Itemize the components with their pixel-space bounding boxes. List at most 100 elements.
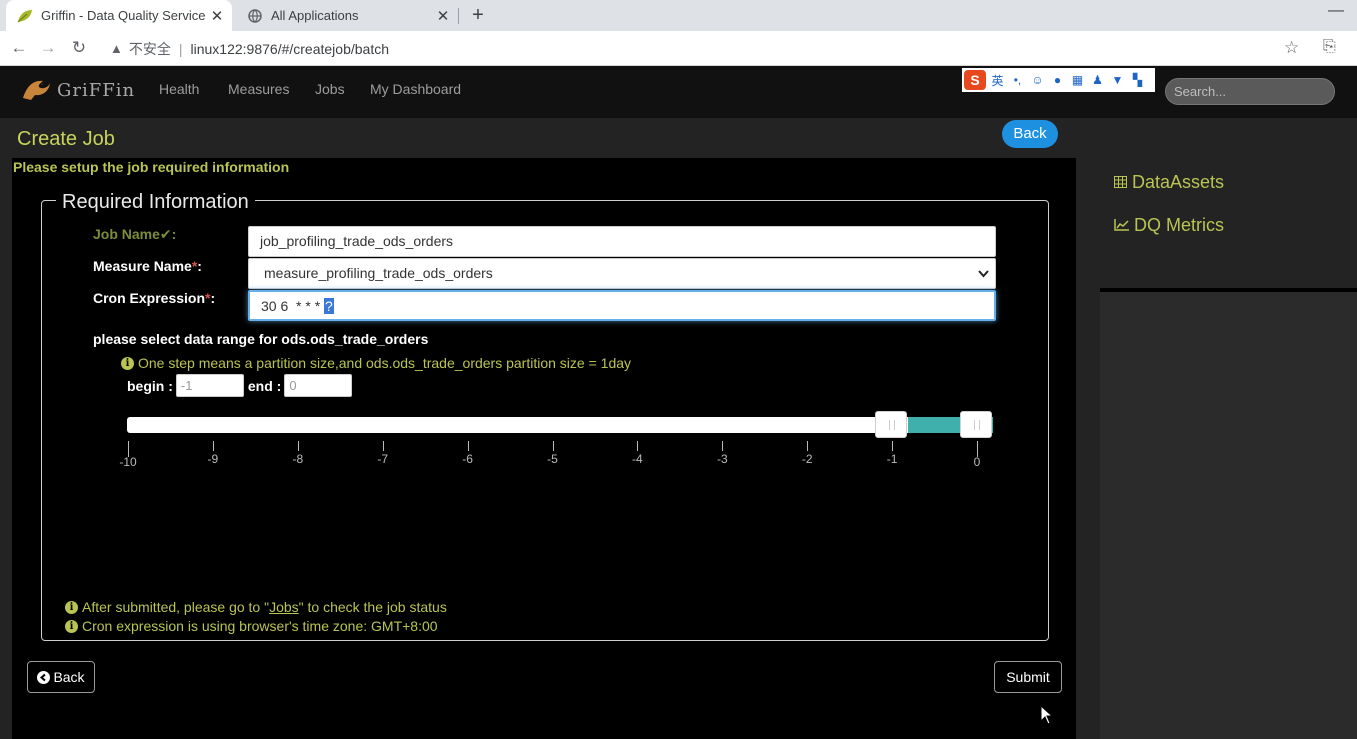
nav-jobs[interactable]: Jobs — [315, 81, 345, 97]
extension-icon[interactable]: ⎘ — [1323, 38, 1336, 56]
nav-health[interactable]: Health — [159, 81, 199, 97]
forward-arrow-icon[interactable]: → — [37, 37, 59, 59]
minimize-icon[interactable]: — — [1326, 2, 1346, 20]
info-icon: i — [65, 619, 78, 633]
globe-icon — [247, 8, 263, 24]
measure-name-label-text: Measure Name — [93, 258, 192, 274]
range-info-text: One step means a partition size,and ods.… — [138, 355, 632, 371]
user-icon[interactable]: ♟ — [1089, 73, 1106, 87]
scale-tick — [637, 441, 639, 451]
cron-selection: ? — [324, 298, 334, 314]
new-tab-icon[interactable]: + — [467, 3, 489, 27]
scale-tick — [807, 441, 809, 451]
submit-info: i After submitted, please go to " Jobs " t… — [65, 599, 447, 615]
check-icon: ✔ — [159, 226, 172, 242]
scale-tick-label: -2 — [801, 452, 813, 466]
shirt-icon[interactable]: ▼ — [1109, 73, 1126, 87]
end-input[interactable]: 0 — [284, 374, 353, 397]
cron-expression-label: Cron Expression*: — [93, 290, 215, 306]
slider-begin-handle[interactable] — [875, 411, 907, 438]
submit-button[interactable]: Submit — [994, 661, 1062, 693]
scale-tick — [552, 441, 554, 451]
scale-tick-label: -6 — [462, 452, 473, 466]
scale-tick-label: -9 — [207, 452, 219, 466]
address-divider: | — [178, 40, 183, 57]
back-button-label: Back — [53, 669, 85, 685]
submit-button-label: Submit — [1006, 669, 1050, 685]
emoji-icon[interactable]: ☺ — [1029, 73, 1046, 87]
end-label: end : — [247, 377, 282, 394]
back-button[interactable]: Back — [27, 661, 95, 693]
submit-info-suffix: " to check the job status — [298, 599, 447, 615]
submit-info-prefix: After submitted, please go to " — [82, 599, 270, 615]
nav-my-dashboard[interactable]: My Dashboard — [370, 81, 461, 97]
keyboard-icon[interactable]: ▦ — [1069, 73, 1086, 87]
scale-tick-label: 0 — [973, 455, 981, 469]
page-title: Create Job — [17, 128, 115, 150]
scale-tick-label: -8 — [292, 452, 304, 466]
job-name-label-text: Job Name — [93, 226, 160, 242]
search-input[interactable]: Search... — [1165, 78, 1335, 105]
cron-expression-input[interactable]: 30 6 * * * ? — [248, 290, 996, 321]
sidebar-item-label: DQ Metrics — [1134, 215, 1224, 235]
tab-all-applications[interactable]: All Applications ✕ — [236, 0, 458, 31]
begin-input[interactable]: -1 — [175, 374, 244, 397]
sidebar-item-dataassets[interactable]: DataAssets — [1114, 172, 1224, 193]
punctuation-icon[interactable]: •, — [1009, 73, 1026, 87]
scale-tick-label: -4 — [632, 452, 643, 466]
range-info: i One step means a partition size,and od… — [121, 355, 631, 371]
page-subtitle: Please setup the job required informatio… — [13, 159, 290, 175]
ime-lang[interactable]: 英 — [989, 72, 1006, 89]
url-text: linux122:9876/#/createjob/batch — [190, 40, 389, 57]
right-sidebar: DataAssets DQ Metrics — [1100, 118, 1357, 739]
sogou-icon[interactable]: S — [964, 70, 986, 90]
scale-tick-label: -1 — [886, 452, 898, 466]
sidebar-item-label: DataAssets — [1132, 172, 1225, 192]
measure-name-select[interactable]: measure_profiling_trade_ods_orders — [248, 258, 996, 289]
cron-value: 30 6 * * * — [261, 298, 325, 314]
required-information-section: Required Information Job Name✔: job_prof… — [41, 191, 1049, 641]
scale-tick-label: -10 — [119, 455, 137, 469]
back-arrow-icon[interactable]: ← — [8, 37, 30, 59]
content-area: Please setup the job required informatio… — [12, 158, 1076, 739]
job-name-label: Job Name✔: — [93, 226, 176, 243]
ime-toolbar: S 英 •, ☺ ● ▦ ♟ ▼ ▚ — [962, 68, 1155, 92]
label-colon: : — [210, 290, 216, 306]
jobs-link[interactable]: Jobs — [269, 599, 299, 615]
griffin-logo-icon — [23, 80, 50, 100]
sidebar-divider — [1100, 288, 1357, 292]
bookmark-star-icon[interactable]: ☆ — [1284, 38, 1299, 58]
reload-icon[interactable]: ↻ — [68, 37, 90, 59]
range-title: please select data range for ods.ods_tra… — [93, 331, 429, 347]
browser-toolbar: ← → ↻ ▲ 不安全 | linux122:9876/#/createjob/… — [0, 31, 1357, 66]
app-navbar: GriFFin Health Measures Jobs My Dashboar… — [0, 66, 1357, 118]
section-title: Required Information — [56, 191, 255, 214]
measure-name-value: measure_profiling_trade_ods_orders — [264, 265, 493, 281]
insecure-label: 不安全 — [128, 40, 171, 57]
scale-tick-label: -7 — [377, 452, 389, 466]
back-top-button[interactable]: Back — [1002, 120, 1058, 148]
tab-separator — [458, 8, 459, 24]
nav-measures[interactable]: Measures — [228, 81, 289, 97]
grid-icon[interactable]: ▚ — [1129, 73, 1146, 87]
address-bar[interactable]: ▲ 不安全 | linux122:9876/#/createjob/batch — [100, 34, 1310, 63]
close-tab-icon[interactable]: ✕ — [432, 7, 454, 25]
label-colon: : — [197, 258, 202, 274]
close-tab-icon[interactable]: ✕ — [206, 7, 228, 25]
job-name-input[interactable]: job_profiling_trade_ods_orders — [248, 226, 996, 257]
range-inputs: begin : -1 end : 0 — [127, 374, 356, 397]
tab-griffin[interactable]: Griffin - Data Quality Service ✕ — [6, 0, 232, 31]
sidebar-item-dq-metrics[interactable]: DQ Metrics — [1114, 215, 1224, 236]
griffin-logo[interactable]: GriFFin — [21, 78, 135, 102]
warning-icon: ▲ — [110, 41, 123, 56]
info-icon: i — [65, 600, 78, 614]
range-slider-track[interactable] — [127, 417, 992, 433]
scale-tick — [297, 441, 299, 451]
table-icon — [1114, 175, 1127, 191]
mic-icon[interactable]: ● — [1049, 73, 1066, 87]
scale-tick — [467, 441, 469, 451]
begin-label: begin : — [127, 377, 173, 394]
slider-end-handle[interactable] — [960, 411, 992, 438]
scale-tick — [722, 441, 724, 451]
sidebar-panel — [1100, 118, 1357, 288]
